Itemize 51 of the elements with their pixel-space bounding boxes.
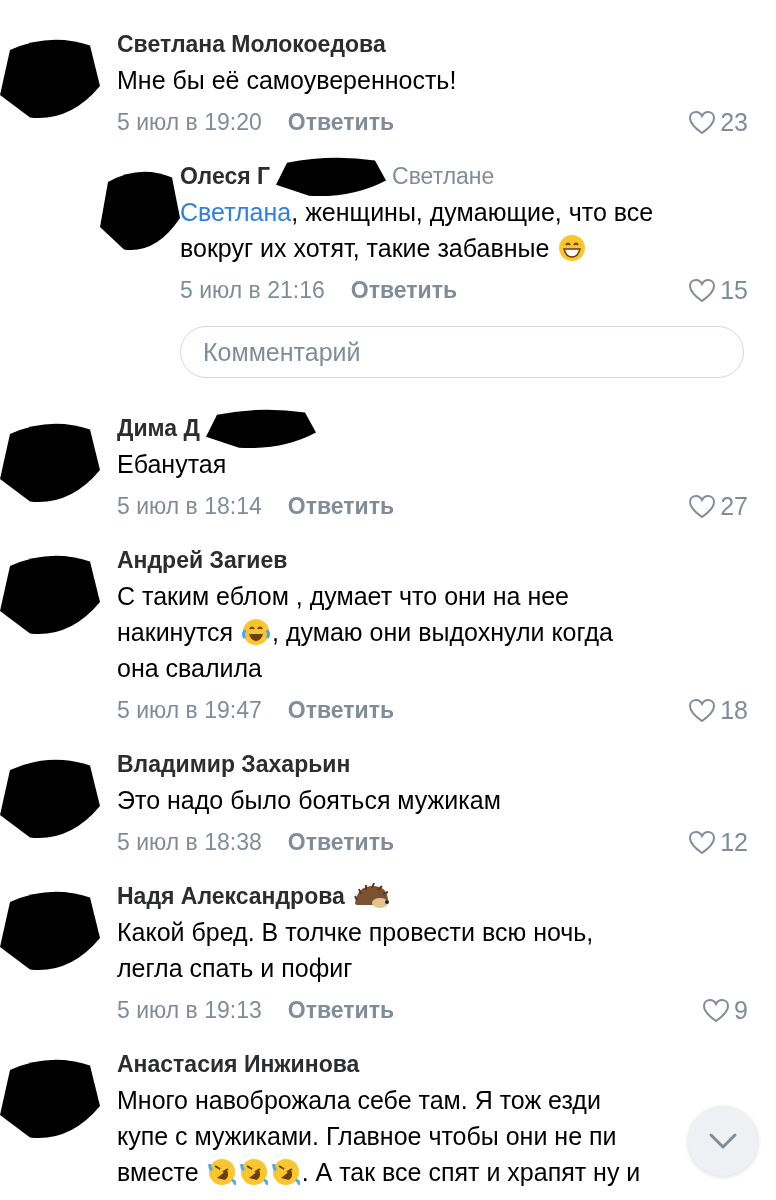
like-count: 18: [720, 695, 748, 725]
hedgehog-emoji-icon: [352, 882, 389, 910]
heart-icon: [688, 697, 717, 723]
grin-emoji-icon: [558, 234, 587, 262]
scroll-down-button[interactable]: [688, 1106, 758, 1176]
comment-text: вокруг их хотят, такие забавные: [180, 233, 551, 264]
comment-text: . А так все спят и храпят ну и: [301, 1157, 641, 1188]
comment-field[interactable]: Комментарий: [180, 326, 744, 378]
rolling-laugh-emoji-icon: [239, 1158, 268, 1186]
comment-text: она свалила: [117, 653, 262, 684]
laughing-emoji-icon: [242, 618, 271, 646]
comment-text: , женщины, думающие, что все: [291, 197, 654, 228]
heart-icon: [688, 493, 717, 519]
author-name[interactable]: Олеся Г: [180, 162, 271, 190]
author-name[interactable]: Дима Д: [117, 414, 200, 442]
comment-text: купе с мужиками. Главное чтобы они не пи: [117, 1121, 617, 1152]
comment-text: , думаю они выдохнули когда: [272, 617, 613, 648]
like-count: 23: [720, 107, 748, 137]
comment-date: 5 июл в 18:38: [117, 828, 262, 856]
author-name[interactable]: Анастасия Инжинова: [117, 1050, 360, 1078]
reply-to-name: Светлане: [392, 162, 495, 190]
comment-text: вместе: [117, 1157, 200, 1188]
comment-text: легла спать и пофиг: [117, 953, 353, 984]
comment-date: 5 июл в 21:16: [180, 276, 325, 304]
comment-date: 5 июл в 19:13: [117, 996, 262, 1024]
heart-icon: [688, 829, 717, 855]
comment-text: Это надо было бояться мужикам: [117, 785, 501, 816]
like-count: 9: [734, 995, 748, 1025]
chevron-down-icon: [708, 1132, 738, 1150]
author-name[interactable]: Андрей Загиев: [117, 546, 288, 574]
like-count: 12: [720, 827, 748, 857]
heart-icon: [702, 997, 731, 1023]
rolling-laugh-emoji-icon: [271, 1158, 300, 1186]
comment-text: Мне бы её самоуверенность!: [117, 65, 457, 96]
author-name[interactable]: Владимир Захарьин: [117, 750, 351, 778]
comment-text: Много навоброжала себе там. Я тож езди: [117, 1085, 601, 1116]
comment-date: 5 июл в 19:20: [117, 108, 262, 136]
like-count: 27: [720, 491, 748, 521]
author-name[interactable]: Надя Александрова: [117, 882, 345, 910]
author-name[interactable]: Светлана Молокоедова: [117, 30, 386, 58]
comment-date: 5 июл в 19:47: [117, 696, 262, 724]
comment-text: Какой бред. В толчке провести всю ночь,: [117, 917, 594, 948]
heart-icon: [688, 109, 717, 135]
comment-text: накинутся: [117, 617, 235, 648]
comment-text: Ебанутая: [117, 449, 227, 480]
like-count: 15: [720, 275, 748, 305]
rolling-laugh-emoji-icon: [207, 1158, 236, 1186]
comment-date: 5 июл в 18:14: [117, 492, 262, 520]
comment-text: С таким еблом , думает что они на нее: [117, 581, 570, 612]
mention-link[interactable]: Светлана: [180, 194, 292, 230]
heart-icon: [688, 277, 717, 303]
